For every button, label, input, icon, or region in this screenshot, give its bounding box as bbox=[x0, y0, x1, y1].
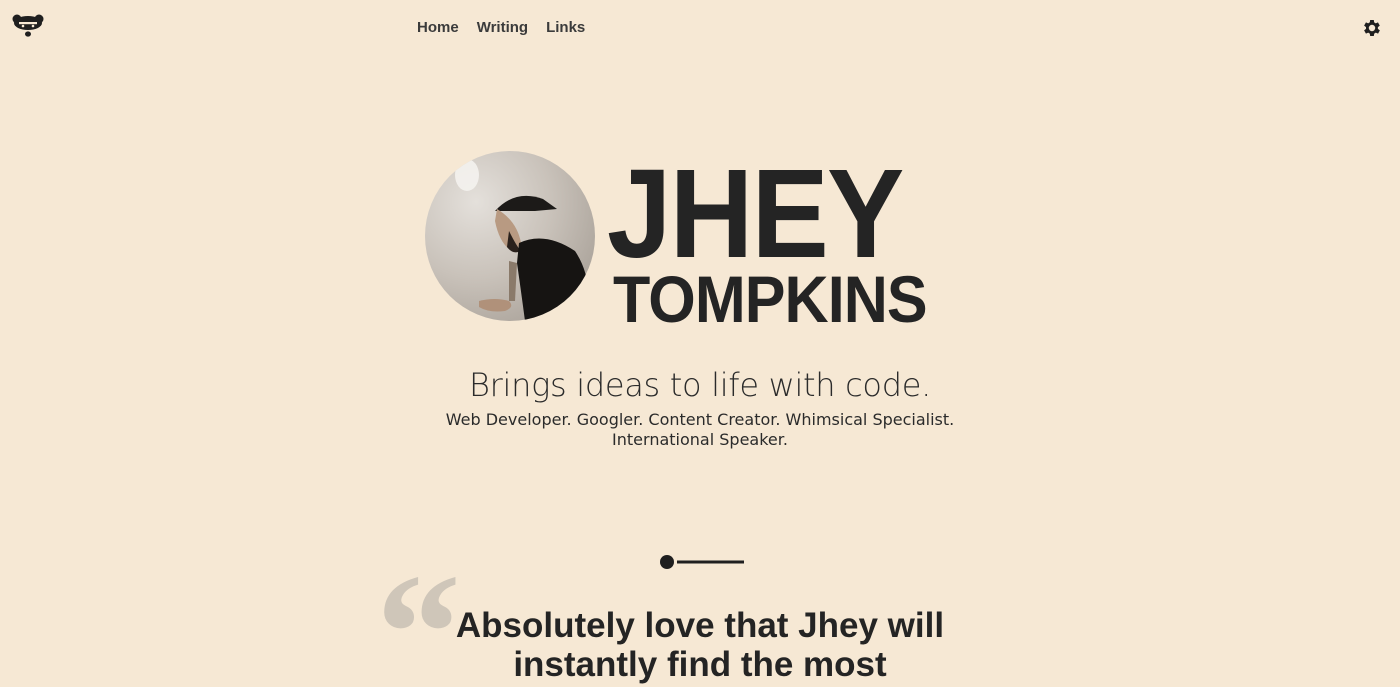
gear-icon[interactable] bbox=[1361, 17, 1383, 39]
page: Home Writing Links JHEY TOMPKINS Brings … bbox=[0, 0, 1400, 687]
testimonial-line-2: instantly find the most bbox=[513, 645, 887, 684]
nav-home-link[interactable]: Home bbox=[417, 19, 459, 36]
hero-tagline: Brings ideas to life with code. bbox=[469, 366, 931, 404]
testimonial-line-1: Absolutely love that Jhey will bbox=[455, 606, 945, 645]
carousel-indicator[interactable] bbox=[659, 554, 749, 570]
profile-photo-illustration bbox=[455, 159, 589, 321]
hero-last-name: TOMPKINS bbox=[613, 262, 928, 336]
testimonial-quote: Absolutely love that Jhey will instantly… bbox=[420, 606, 980, 684]
profile-photo bbox=[425, 151, 595, 321]
bear-logo-icon[interactable] bbox=[12, 13, 44, 39]
indicator-dot[interactable] bbox=[660, 555, 674, 569]
hero-roles-line-1: Web Developer. Googler. Content Creator.… bbox=[445, 410, 955, 429]
indicator-line bbox=[677, 560, 744, 564]
nav-writing-link[interactable]: Writing bbox=[477, 19, 528, 36]
hero-first-name: JHEY bbox=[607, 143, 904, 284]
hero-roles-line-2: International Speaker. bbox=[612, 430, 788, 449]
nav-links-link[interactable]: Links bbox=[546, 19, 585, 36]
main-nav: Home Writing Links bbox=[417, 19, 585, 36]
hero-roles: Web Developer. Googler. Content Creator.… bbox=[440, 410, 960, 450]
